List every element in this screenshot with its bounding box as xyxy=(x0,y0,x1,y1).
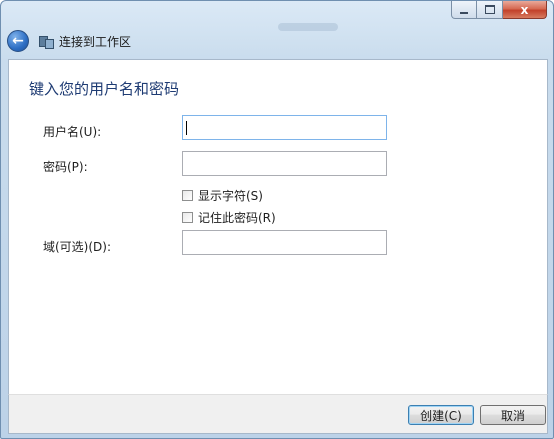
back-arrow-icon: ← xyxy=(12,33,24,49)
domain-input[interactable] xyxy=(182,230,387,255)
username-label: 用户名(U): xyxy=(43,125,102,139)
minimize-button[interactable] xyxy=(451,1,477,19)
wizard-header: ← 连接到工作区 xyxy=(7,29,131,53)
show-chars-checkbox[interactable] xyxy=(182,190,193,201)
button-bar: 创建(C) 取消 xyxy=(8,394,548,434)
create-button[interactable]: 创建(C) xyxy=(408,405,474,425)
back-button[interactable]: ← xyxy=(7,30,29,52)
close-button[interactable]: x xyxy=(503,1,547,19)
close-icon: x xyxy=(520,2,529,17)
username-input[interactable] xyxy=(182,115,387,140)
remember-password-option[interactable]: 记住此密码(R) xyxy=(182,209,276,226)
text-caret xyxy=(186,121,187,135)
blurred-caption xyxy=(278,23,338,31)
domain-label: 域(可选)(D): xyxy=(43,240,112,254)
remember-password-checkbox[interactable] xyxy=(182,212,193,223)
password-input[interactable] xyxy=(182,151,387,176)
window-title: 连接到工作区 xyxy=(59,34,132,49)
cancel-button[interactable]: 取消 xyxy=(480,405,546,425)
network-connection-icon xyxy=(39,34,54,49)
page-heading: 键入您的用户名和密码 xyxy=(29,80,180,98)
remember-password-label: 记住此密码(R) xyxy=(198,211,276,225)
show-chars-option[interactable]: 显示字符(S) xyxy=(182,187,263,204)
minimize-icon xyxy=(460,11,468,14)
maximize-icon xyxy=(484,5,495,14)
content-panel: 键入您的用户名和密码 用户名(U): 密码(P): 显示字符(S) 记住此密码(… xyxy=(8,59,548,395)
caption-buttons: x xyxy=(451,1,547,19)
password-label: 密码(P): xyxy=(43,160,88,174)
dialog-window: x ← 连接到工作区 键入您的用户名和密码 用户名(U): 密码(P): 显示字… xyxy=(0,0,554,439)
maximize-button[interactable] xyxy=(477,1,503,19)
show-chars-label: 显示字符(S) xyxy=(198,189,263,203)
